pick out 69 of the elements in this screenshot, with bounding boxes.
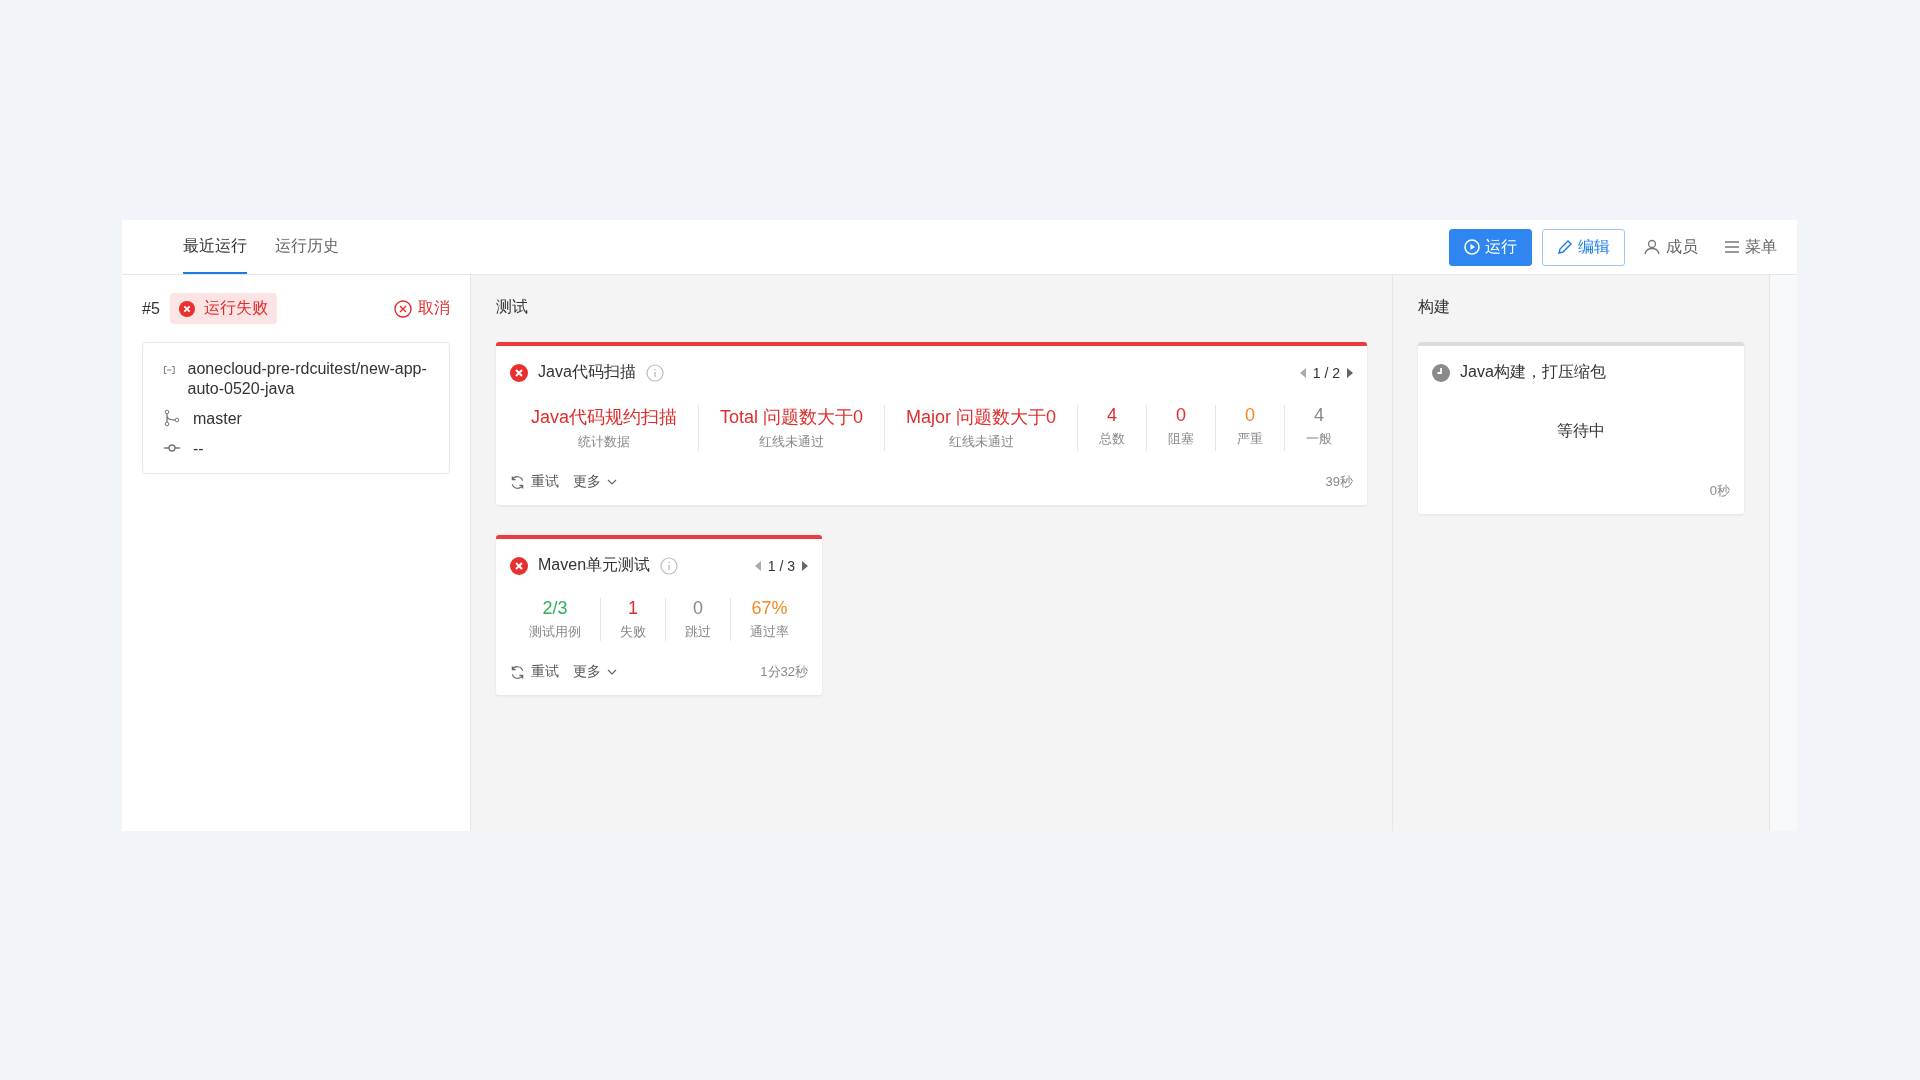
previous-icon[interactable]	[754, 560, 762, 571]
job-title: Java代码扫描	[538, 362, 636, 382]
more-dropdown[interactable]: 更多	[573, 663, 617, 681]
metric-label: 红线未通过	[948, 433, 1014, 451]
metric-value: 4	[1314, 405, 1324, 426]
metric-label: 一般	[1306, 430, 1332, 448]
previous-icon[interactable]	[1299, 367, 1307, 378]
metric-label: 失败	[620, 623, 646, 641]
metric-value: 2/3	[542, 598, 568, 619]
job-title: Maven单元测试	[538, 555, 651, 575]
more-dropdown[interactable]: 更多	[573, 473, 617, 491]
duration: 1分32秒	[760, 663, 808, 681]
metric-label: 跳过	[685, 623, 711, 641]
metric-value: Java代码规约扫描	[531, 406, 677, 429]
stage-title: 构建	[1418, 297, 1450, 317]
metric-label: 阻塞	[1168, 430, 1195, 448]
pencil-icon	[1557, 239, 1573, 255]
run-number: #5	[142, 299, 160, 318]
chevron-down-icon	[607, 479, 617, 485]
error-icon	[178, 300, 195, 317]
metric-value: 0	[1245, 405, 1256, 426]
clock-icon	[1432, 363, 1450, 382]
edit-button[interactable]: 编辑	[1542, 228, 1625, 266]
next-icon[interactable]	[801, 560, 808, 571]
retry-link[interactable]: 重试	[510, 473, 559, 491]
run-button[interactable]: 运行	[1449, 228, 1532, 266]
page-indicator: 1 / 3	[767, 557, 795, 574]
play-icon	[1464, 239, 1480, 255]
error-icon	[510, 556, 528, 575]
tab[interactable]: 最近运行	[183, 220, 247, 274]
branch-name: master	[193, 409, 242, 429]
repository-name: aonecloud-pre-rdcuitest/new-app-auto-0520-java	[187, 359, 428, 399]
branch-icon	[163, 409, 181, 427]
metric-label: 统计数据	[578, 433, 630, 451]
close-icon	[394, 299, 412, 318]
info-icon[interactable]	[645, 363, 664, 382]
status-message: 等待中	[1557, 421, 1605, 441]
metric-value: Total 问题数大于0	[720, 406, 864, 429]
menu-icon	[1724, 240, 1740, 254]
user-icon	[1643, 238, 1661, 256]
members-button[interactable]: 成员	[1635, 228, 1706, 266]
stage-title: 测试	[496, 297, 528, 317]
menu-button[interactable]: 菜单	[1716, 228, 1785, 266]
metric-label: 通过率	[750, 623, 789, 641]
metric-value: 67%	[751, 598, 788, 619]
page-indicator: 1 / 2	[1312, 364, 1340, 381]
info-icon[interactable]	[660, 556, 679, 575]
refresh-icon	[510, 474, 525, 490]
metric-value: Major 问题数大于0	[906, 406, 1057, 429]
commit-id: --	[193, 439, 204, 459]
cancel-button[interactable]: 取消	[394, 298, 450, 319]
job-title: Java构建，打压缩包	[1460, 362, 1606, 382]
chevron-down-icon	[607, 669, 617, 675]
metric-value: 4	[1107, 405, 1118, 426]
metric-label: 总数	[1099, 430, 1126, 448]
metric-label: 测试用例	[529, 623, 581, 641]
error-icon	[510, 363, 528, 382]
status-badge: 运行失败	[169, 293, 277, 324]
metric-label: 严重	[1237, 430, 1263, 448]
metric-value: 1	[628, 598, 638, 619]
metric-label: 红线未通过	[759, 433, 825, 451]
refresh-icon	[510, 664, 525, 680]
retry-link[interactable]: 重试	[510, 663, 559, 681]
duration: 0秒	[1709, 482, 1730, 500]
duration: 39秒	[1325, 473, 1353, 491]
next-icon[interactable]	[1346, 367, 1353, 378]
metric-value: 0	[693, 598, 703, 619]
tab[interactable]: 运行历史	[275, 220, 339, 274]
metric-value: 0	[1176, 405, 1187, 426]
